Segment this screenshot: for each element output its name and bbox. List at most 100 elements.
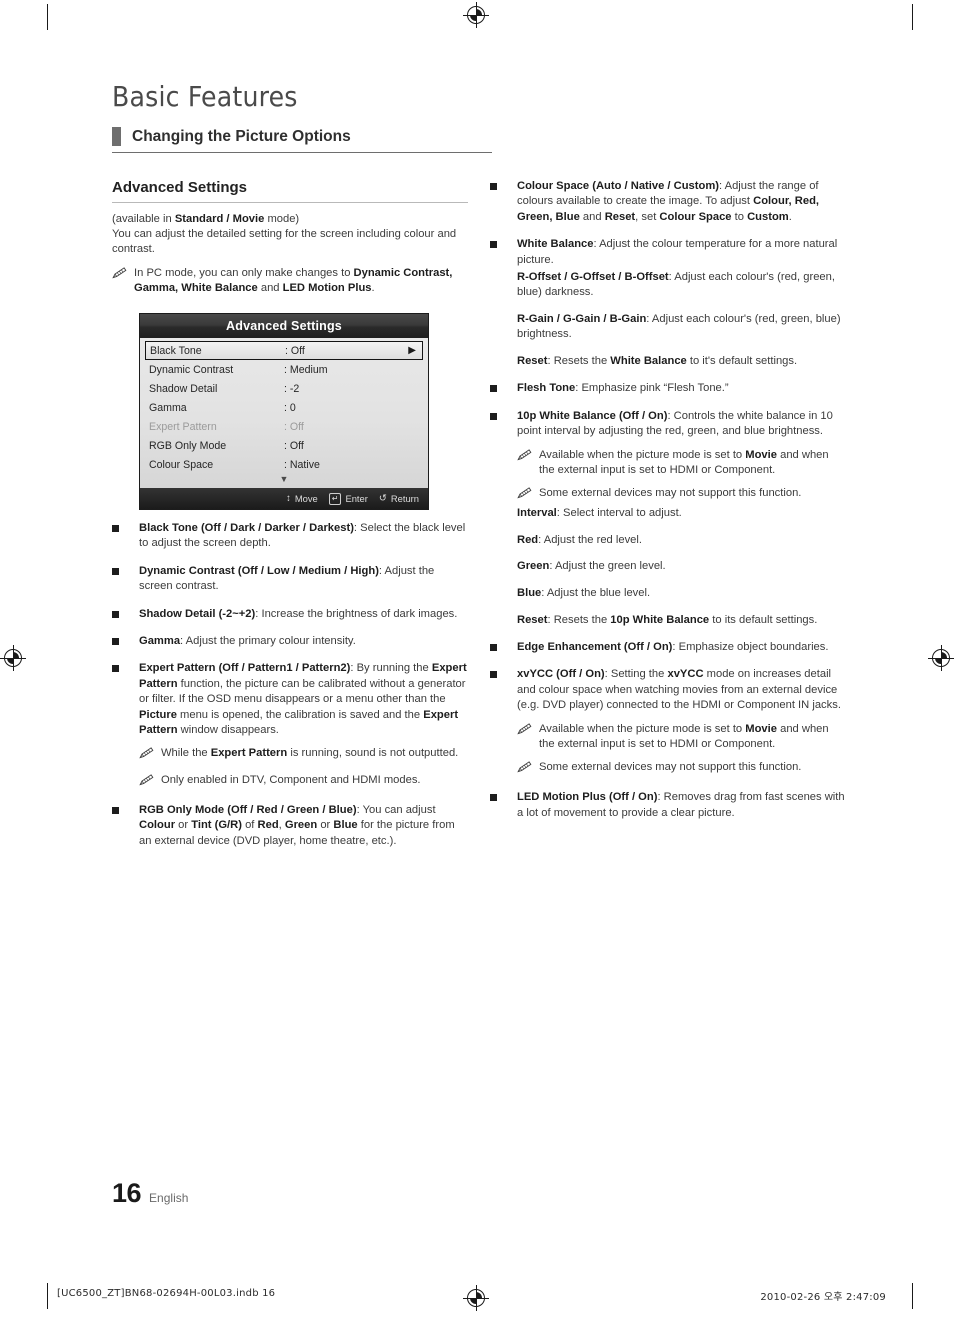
- print-slug-left: [UC6500_ZT]BN68-02694H-00L03.indb 16: [57, 1288, 276, 1299]
- bullet-square-icon: [490, 381, 517, 396]
- ep-b3: Picture: [139, 708, 177, 721]
- bullet-edge-enhancement: Edge Enhancement (Off / On): Emphasize o…: [490, 640, 846, 655]
- registration-ring-bottom: [467, 1289, 485, 1307]
- page-title: Basic Features: [112, 80, 298, 113]
- ep-t4: window disappears.: [177, 724, 279, 737]
- sub-blue: Blue: Adjust the blue level.: [517, 586, 846, 601]
- cs-b5: Custom: [747, 210, 789, 223]
- cs-t5: .: [788, 210, 792, 223]
- sub-red: Red: Adjust the red level.: [517, 533, 846, 548]
- note-expert-pattern-sound-text: While the Expert Pattern is running, sou…: [161, 746, 468, 764]
- note-dtv-component-hdmi: Only enabled in DTV, Component and HDMI …: [139, 773, 468, 791]
- registration-ring-left: [4, 649, 22, 667]
- pencil-icon: [517, 760, 539, 778]
- ep-t3: menu is opened, the calibration is saved…: [176, 708, 424, 721]
- xv-b2: xvYCC: [667, 668, 704, 681]
- osd-control-return[interactable]: ↺ Return: [379, 493, 419, 504]
- red-term: Red: [517, 533, 539, 546]
- pencil-icon: [517, 448, 539, 478]
- osd-row-rgb-only-mode[interactable]: RGB Only Mode : Off: [145, 436, 423, 455]
- wbr-b2: White Balance: [610, 355, 687, 368]
- bullet-10p-white-balance-text: 10p White Balance (Off / On): Controls t…: [517, 409, 846, 440]
- crop-mark-bottom-right: [912, 1283, 913, 1309]
- bullet-square-icon: [490, 409, 517, 440]
- bullet-white-balance: White Balance: Adjust the colour tempera…: [490, 237, 846, 268]
- osd-label-black-tone: Black Tone: [150, 344, 202, 357]
- note-expert-pattern-sound: While the Expert Pattern is running, sou…: [139, 746, 468, 764]
- bullet-dynamic-contrast: Dynamic Contrast (Off / Low / Medium / H…: [112, 564, 468, 595]
- osd-label-shadow-detail: Shadow Detail: [149, 382, 218, 395]
- page-number-footer: 16 English: [112, 1178, 188, 1209]
- pencil-icon: [517, 486, 539, 504]
- registration-mark-right: [928, 645, 954, 671]
- ft-desc: : Emphasize pink “Flesh Tone.”: [575, 382, 729, 395]
- edge-desc: : Emphasize object boundaries.: [672, 641, 829, 654]
- osd-advanced-settings-menu: Advanced Settings Black Tone : Off ▶ Dyn…: [140, 314, 428, 510]
- bullet-colour-space: Colour Space (Auto / Native / Custom): A…: [490, 179, 846, 225]
- registration-mark-left: [0, 645, 26, 671]
- bullet-rgb-only-term: RGB Only Mode (Off / Red / Green / Blue): [139, 803, 357, 816]
- osd-label-expert-pattern: Expert Pattern: [149, 420, 217, 433]
- osd-value-dynamic-contrast: : Medium: [284, 363, 328, 376]
- bullet-black-tone-text: Black Tone (Off / Dark / Darker / Darkes…: [139, 521, 468, 552]
- osd-control-enter[interactable]: ↵ Enter: [328, 492, 368, 505]
- bullet-rgb-only-mode: RGB Only Mode (Off / Red / Green / Blue)…: [112, 803, 468, 849]
- note-pc-mid: and: [257, 281, 283, 294]
- green-term: Green: [517, 560, 550, 573]
- note-pc-post: .: [371, 281, 375, 294]
- bullet-dynamic-contrast-text: Dynamic Contrast (Off / Low / Medium / H…: [139, 564, 468, 595]
- note-10p-movie-mode-text: Available when the picture mode is set t…: [539, 448, 846, 478]
- intro-pre: (available in: [112, 213, 175, 225]
- osd-row-shadow-detail[interactable]: Shadow Detail : -2: [145, 379, 423, 398]
- rgb-b3: Tint (G/R): [191, 819, 242, 832]
- osd-label-dynamic-contrast: Dynamic Contrast: [149, 363, 234, 376]
- subsection-rule: [112, 202, 468, 203]
- pencil-icon: [517, 722, 539, 752]
- pencil-icon: [112, 266, 134, 296]
- edge-term: Edge Enhancement (Off / On): [517, 641, 673, 654]
- bullet-xvycc-text: xvYCC (Off / On): Setting the xvYCC mode…: [517, 667, 846, 713]
- osd-row-colour-space[interactable]: Colour Space : Native: [145, 455, 423, 474]
- nm2-pre: Available when the picture mode is set t…: [539, 722, 746, 735]
- wbr-t1: : Resets the: [547, 355, 611, 368]
- sub-gain: R-Gain / G-Gain / B-Gain: Adjust each co…: [517, 312, 846, 343]
- rgb-t3: of: [241, 819, 258, 832]
- right-column: Colour Space (Auto / Native / Custom): A…: [490, 179, 846, 849]
- osd-label-colour-space: Colour Space: [149, 458, 214, 471]
- bullet-xvycc: xvYCC (Off / On): Setting the xvYCC mode…: [490, 667, 846, 713]
- scroll-down-icon[interactable]: ▼: [145, 474, 423, 488]
- osd-value-expert-pattern: : Off: [284, 420, 304, 433]
- left-column: Advanced Settings (available in Standard…: [112, 179, 468, 849]
- tpr-t1: : Resets the: [547, 613, 611, 626]
- up-down-arrow-icon: ↕: [286, 492, 291, 504]
- cs-b4: Colour Space: [659, 210, 732, 223]
- bullet-led-motion-plus-text: LED Motion Plus (Off / On): Removes drag…: [517, 790, 846, 821]
- osd-control-move[interactable]: ↕ Move: [286, 493, 318, 504]
- registration-ring-top: [467, 6, 485, 24]
- cs-b3: Reset: [604, 210, 636, 223]
- int-term: Interval: [517, 507, 557, 520]
- tenp-term: 10p White Balance (Off / On): [517, 409, 668, 422]
- osd-row-dynamic-contrast[interactable]: Dynamic Contrast : Medium: [145, 360, 423, 379]
- bullet-expert-pattern-text: Expert Pattern (Off / Pattern1 / Pattern…: [139, 661, 468, 738]
- note-10p-external-devices-text: Some external devices may not support th…: [539, 487, 802, 500]
- osd-row-black-tone[interactable]: Black Tone : Off ▶: [145, 341, 423, 361]
- section-tab-marker: [112, 127, 121, 146]
- page-content: Basic Features Changing the Picture Opti…: [112, 80, 845, 849]
- bullet-edge-enhancement-text: Edge Enhancement (Off / On): Emphasize o…: [517, 640, 846, 655]
- note-dtv-component-hdmi-text: Only enabled in DTV, Component and HDMI …: [161, 773, 421, 786]
- intro-description: You can adjust the detailed setting for …: [112, 228, 457, 256]
- ns-post: is running, sound is not outputted.: [287, 747, 459, 760]
- osd-row-gamma[interactable]: Gamma : 0: [145, 398, 423, 417]
- sub-10p-reset: Reset: Resets the 10p White Balance to i…: [517, 613, 846, 628]
- osd-value-gamma: : 0: [284, 401, 296, 414]
- pencil-icon: [139, 746, 161, 764]
- rgb-b6: Blue: [333, 819, 358, 832]
- ns-bold: Expert Pattern: [210, 747, 288, 760]
- note-pc-pre: In PC mode, you can only make changes to: [134, 266, 354, 279]
- note-pc-mode-text: In PC mode, you can only make changes to…: [134, 266, 468, 296]
- print-slug-right: 2010-02-26 오후 2:47:09: [760, 1292, 886, 1303]
- sub-offset: R-Offset / G-Offset / B-Offset: Adjust e…: [517, 270, 846, 301]
- ep-t1: : By running the: [350, 662, 432, 675]
- bullet-gamma-desc: : Adjust the primary colour intensity.: [180, 635, 356, 648]
